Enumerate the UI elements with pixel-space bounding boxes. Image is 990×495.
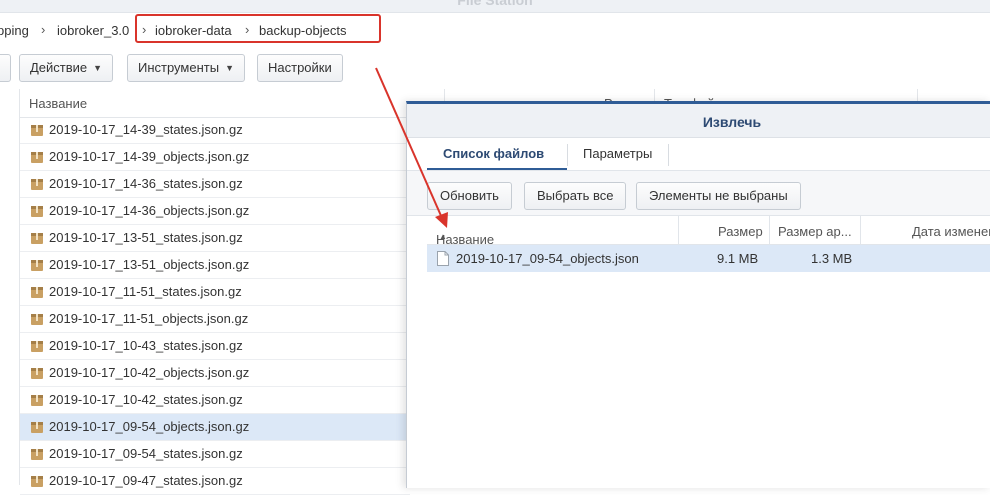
annotation-arrow-line	[375, 67, 443, 219]
annotation-arrow	[375, 67, 448, 228]
